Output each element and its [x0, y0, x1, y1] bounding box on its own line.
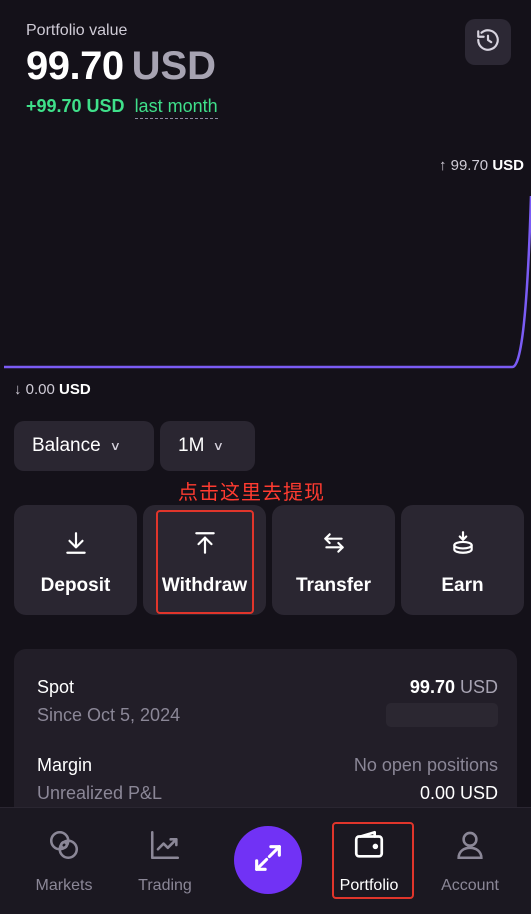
chart-high-value: 99.70 — [450, 157, 489, 174]
withdraw-label: Withdraw — [161, 575, 248, 596]
nav-account-label: Account — [441, 877, 499, 894]
spot-loading-placeholder — [386, 703, 498, 727]
deposit-button[interactable]: Deposit — [14, 505, 137, 615]
nav-markets-label: Markets — [35, 877, 93, 894]
accounts-card: Spot 99.70 USD Since Oct 5, 2024 Margin … — [14, 649, 517, 819]
chart-low-currency: USD — [59, 381, 91, 398]
history-icon — [475, 27, 501, 58]
earn-label: Earn — [441, 575, 484, 596]
chart-high-currency: USD — [492, 157, 524, 174]
spot-value: 99.70 USD — [410, 677, 498, 698]
transfer-button[interactable]: Transfer — [272, 505, 395, 615]
transfer-icon — [320, 529, 348, 557]
spot-currency: USD — [459, 677, 498, 697]
markets-icon — [47, 828, 81, 867]
swap-arrows-icon — [251, 841, 285, 880]
portfolio-value: 99.70 USD — [26, 44, 216, 89]
nav-markets[interactable]: Markets — [14, 808, 114, 914]
history-button[interactable] — [465, 19, 511, 65]
download-icon — [62, 529, 90, 557]
nav-trading-label: Trading — [138, 877, 192, 894]
portfolio-amount: 99.70 — [26, 44, 124, 88]
spot-subtitle: Since Oct 5, 2024 — [37, 704, 181, 725]
earn-icon — [449, 529, 477, 557]
portfolio-chart — [4, 195, 531, 369]
wallet-icon — [352, 828, 386, 867]
deposit-label: Deposit — [40, 575, 111, 596]
portfolio-currency: USD — [131, 44, 217, 88]
spot-sub-row: Since Oct 5, 2024 — [37, 703, 498, 727]
spot-amount: 99.70 — [409, 677, 455, 697]
chart-high-label: ↑ 99.70 USD — [438, 157, 524, 174]
spot-row[interactable]: Spot 99.70 USD — [37, 677, 498, 698]
margin-sub-row: Unrealized P&L 0.00 USD — [37, 783, 498, 804]
nav-trading[interactable]: Trading — [115, 808, 215, 914]
change-amount: +99.70 USD — [26, 96, 125, 116]
withdraw-button[interactable]: Withdraw — [143, 505, 266, 615]
transfer-label: Transfer — [296, 575, 371, 596]
earn-button[interactable]: Earn — [401, 505, 524, 615]
margin-pnl-value: 0.00 USD — [419, 783, 498, 803]
withdraw-annotation: 点击这里去提现 — [178, 482, 325, 504]
account-icon — [453, 828, 487, 867]
action-buttons: Deposit Withdraw Transfer Earn — [14, 505, 524, 615]
portfolio-change: +99.70 USD last month — [26, 96, 218, 119]
change-period-link[interactable]: last month — [134, 96, 218, 119]
spot-title: Spot — [37, 677, 75, 697]
nav-portfolio-label: Portfolio — [339, 877, 399, 894]
margin-status: No open positions — [353, 755, 498, 775]
range-dropdown-label: 1M — [178, 435, 205, 456]
nav-portfolio[interactable]: Portfolio — [319, 808, 419, 914]
trade-fab-button[interactable] — [234, 826, 302, 894]
trading-icon — [148, 828, 182, 867]
chart-low-label: ↓ 0.00 USD — [14, 381, 91, 398]
chart-low-value: 0.00 — [25, 381, 55, 398]
margin-subtitle: Unrealized P&L — [37, 783, 163, 803]
upload-icon — [191, 529, 219, 557]
chevron-down-icon: ∨ — [109, 439, 121, 453]
portfolio-value-label: Portfolio value — [26, 22, 128, 39]
balance-dropdown-label: Balance — [32, 435, 101, 456]
balance-dropdown[interactable]: Balance ∨ — [14, 421, 154, 471]
range-dropdown[interactable]: 1M ∨ — [160, 421, 255, 471]
chart-series-line — [4, 195, 531, 369]
chevron-down-icon: ∨ — [213, 439, 225, 453]
nav-account[interactable]: Account — [420, 808, 520, 914]
margin-row[interactable]: Margin No open positions — [37, 755, 498, 776]
margin-title: Margin — [37, 755, 93, 775]
